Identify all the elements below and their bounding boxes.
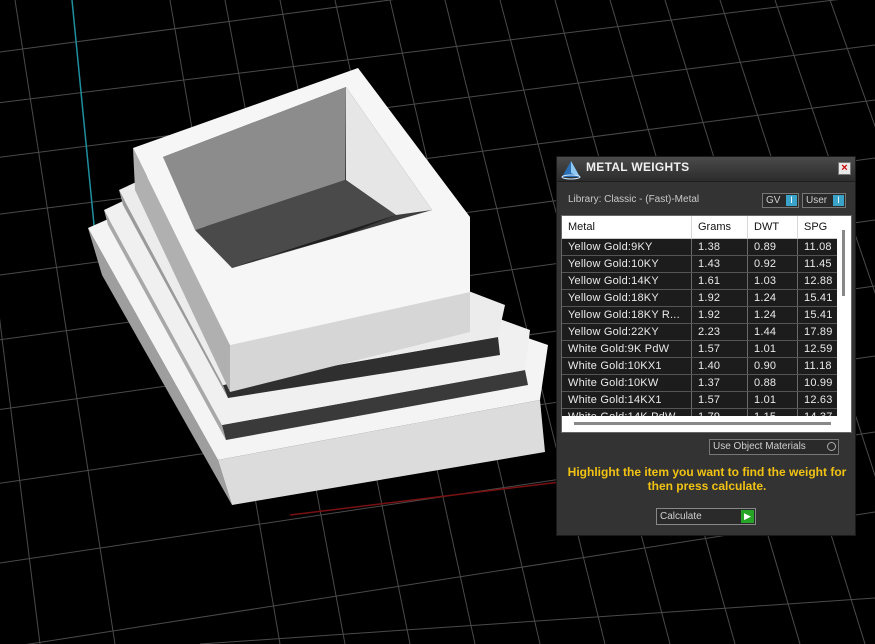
pyramid-logo-icon (561, 161, 581, 180)
toggle-switch-icon: I (833, 195, 844, 206)
table-row[interactable]: Yellow Gold:22KY 2.23 1.44 17.89 (562, 324, 838, 341)
metal-cell: Yellow Gold:18KY (562, 290, 692, 306)
table-row[interactable]: White Gold:14KX1 1.57 1.01 12.63 (562, 392, 838, 409)
horizontal-scrollbar[interactable] (562, 416, 851, 432)
close-icon[interactable]: × (838, 162, 851, 175)
gv-toggle-label: GV (766, 195, 781, 206)
z-axis-line (71, 0, 96, 236)
grams-cell: 1.57 (692, 392, 748, 408)
table-header: Metal Grams DWT SPG (562, 216, 838, 239)
table-row[interactable]: White Gold:10KX1 1.40 0.90 11.18 (562, 358, 838, 375)
radio-circle-icon (827, 442, 836, 451)
spg-cell: 11.08 (798, 239, 838, 255)
grams-cell: 1.37 (692, 375, 748, 391)
grams-cell: 1.40 (692, 358, 748, 374)
column-header-dwt[interactable]: DWT (748, 216, 798, 238)
play-arrow-icon: ▶ (741, 510, 754, 523)
grams-cell: 1.38 (692, 239, 748, 255)
grams-cell: 1.92 (692, 307, 748, 323)
dwt-cell: 1.01 (748, 392, 798, 408)
metal-weights-table[interactable]: Metal Grams DWT SPG Yellow Gold:9KY 1.38… (561, 215, 852, 433)
metal-cell: Yellow Gold:18KY R... (562, 307, 692, 323)
metal-weights-panel: METAL WEIGHTS × Library: Classic - (Fast… (556, 156, 856, 536)
table-row[interactable]: Yellow Gold:18KY 1.92 1.24 15.41 (562, 290, 838, 307)
metal-cell: White Gold:10KW (562, 375, 692, 391)
spg-cell: 11.18 (798, 358, 838, 374)
spg-cell: 15.41 (798, 307, 838, 323)
grams-cell: 2.23 (692, 324, 748, 340)
dwt-cell: 0.90 (748, 358, 798, 374)
dwt-cell: 1.24 (748, 290, 798, 306)
spg-cell: 12.88 (798, 273, 838, 289)
dwt-cell: 0.88 (748, 375, 798, 391)
dwt-cell: 1.01 (748, 341, 798, 357)
vertical-scroll-thumb[interactable] (842, 230, 845, 296)
calculate-button[interactable]: Calculate ▶ (656, 508, 756, 525)
spg-cell: 15.41 (798, 290, 838, 306)
user-toggle[interactable]: User I (802, 193, 846, 208)
instructions-text: Highlight the item you want to find the … (567, 465, 847, 493)
spg-cell: 11.45 (798, 256, 838, 272)
dwt-cell: 1.24 (748, 307, 798, 323)
column-header-grams[interactable]: Grams (692, 216, 748, 238)
panel-title: METAL WEIGHTS (586, 160, 690, 174)
materials-dropdown-label: Use Object Materials (713, 441, 806, 452)
dwt-cell: 0.92 (748, 256, 798, 272)
table-row[interactable]: Yellow Gold:9KY 1.38 0.89 11.08 (562, 239, 838, 256)
metal-cell: White Gold:9K PdW (562, 341, 692, 357)
table-row[interactable]: Yellow Gold:14KY 1.61 1.03 12.88 (562, 273, 838, 290)
dwt-cell: 0.89 (748, 239, 798, 255)
table-row[interactable]: White Gold:9K PdW 1.57 1.01 12.59 (562, 341, 838, 358)
spg-cell: 12.59 (798, 341, 838, 357)
gv-toggle[interactable]: GV I (762, 193, 799, 208)
table-row[interactable]: White Gold:10KW 1.37 0.88 10.99 (562, 375, 838, 392)
column-header-spg[interactable]: SPG (798, 216, 838, 238)
panel-title-bar[interactable]: METAL WEIGHTS × (557, 157, 855, 182)
grams-cell: 1.43 (692, 256, 748, 272)
metal-cell: White Gold:10KX1 (562, 358, 692, 374)
horizontal-scroll-thumb[interactable] (574, 422, 831, 425)
table-row[interactable]: Yellow Gold:18KY R... 1.92 1.24 15.41 (562, 307, 838, 324)
table-body: Yellow Gold:9KY 1.38 0.89 11.08 Yellow G… (562, 239, 838, 426)
toggle-switch-icon: I (786, 195, 797, 206)
library-label: Library: Classic - (Fast)-Metal (568, 194, 700, 205)
grams-cell: 1.92 (692, 290, 748, 306)
table-row[interactable]: Yellow Gold:10KY 1.43 0.92 11.45 (562, 256, 838, 273)
vertical-scrollbar[interactable] (837, 216, 851, 416)
spg-cell: 10.99 (798, 375, 838, 391)
use-object-materials-dropdown[interactable]: Use Object Materials (709, 439, 839, 455)
metal-cell: Yellow Gold:14KY (562, 273, 692, 289)
dwt-cell: 1.03 (748, 273, 798, 289)
metal-cell: Yellow Gold:9KY (562, 239, 692, 255)
stepped-pyramid-model[interactable] (88, 68, 548, 505)
grams-cell: 1.61 (692, 273, 748, 289)
metal-cell: Yellow Gold:10KY (562, 256, 692, 272)
column-header-metal[interactable]: Metal (562, 216, 692, 238)
dwt-cell: 1.44 (748, 324, 798, 340)
user-toggle-label: User (806, 195, 828, 206)
spg-cell: 12.63 (798, 392, 838, 408)
calculate-label: Calculate (660, 511, 702, 522)
spg-cell: 17.89 (798, 324, 838, 340)
grams-cell: 1.57 (692, 341, 748, 357)
metal-cell: White Gold:14KX1 (562, 392, 692, 408)
metal-cell: Yellow Gold:22KY (562, 324, 692, 340)
